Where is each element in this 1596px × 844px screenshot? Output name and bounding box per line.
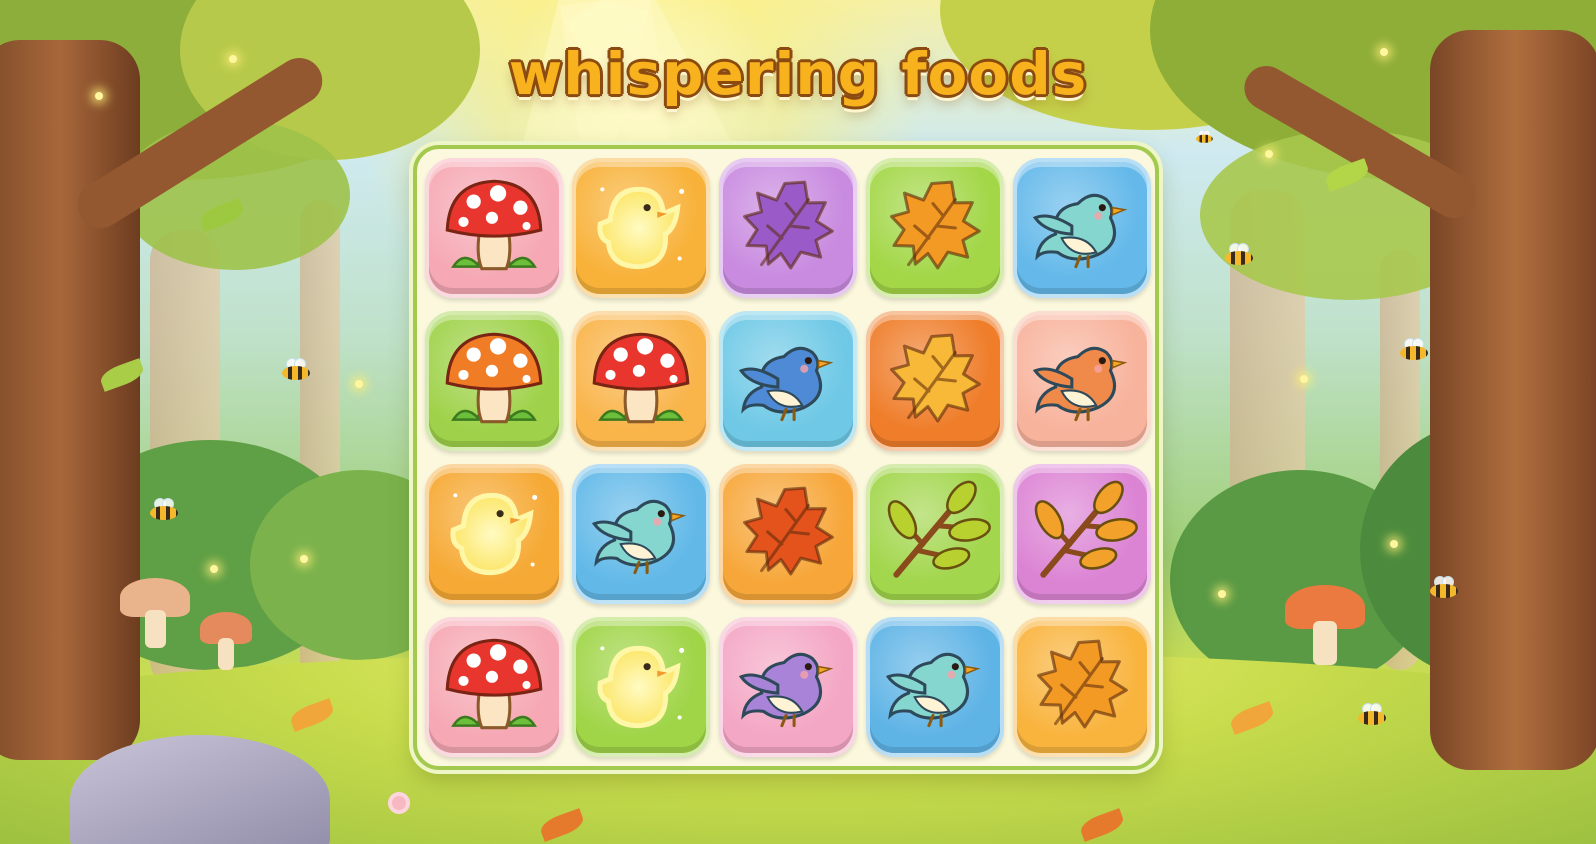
sparkle [1300,375,1308,383]
board-tile[interactable] [719,158,857,298]
board-tile[interactable] [572,617,710,757]
sparkle [1218,590,1226,598]
bee [282,358,312,380]
tile-grid [423,158,1153,758]
board-tile[interactable] [572,158,710,298]
sparkle [1390,540,1398,548]
board-tile[interactable] [866,158,1004,298]
board-tile[interactable] [1013,158,1151,298]
board-tile[interactable] [866,311,1004,451]
tree-trunk-right [1430,30,1596,770]
board-tile[interactable] [1013,617,1151,757]
board-tile[interactable] [719,311,857,451]
board-tile[interactable] [572,311,710,451]
board-tile[interactable] [866,617,1004,757]
board-tile[interactable] [425,311,563,451]
sparkle [1265,150,1273,158]
board-tile[interactable] [425,617,563,757]
board-tile[interactable] [866,464,1004,604]
game-title: whispering foods [508,40,1088,108]
sparkle [355,380,363,388]
flower [388,792,410,814]
mushroom-decoration [1285,585,1365,665]
game-scene: whispering foods [0,0,1596,844]
board-tile[interactable] [572,464,710,604]
bee [1430,576,1460,598]
bee [1225,243,1255,265]
bee [1196,129,1214,143]
board-tile[interactable] [719,617,857,757]
board-tile[interactable] [719,464,857,604]
game-board [413,145,1159,770]
mushroom-decoration [200,612,252,670]
sparkle [210,565,218,573]
mushroom-decoration [120,578,190,648]
board-tile[interactable] [1013,311,1151,451]
tree-trunk-left [0,40,140,760]
sparkle [300,555,308,563]
bee [150,498,180,520]
bee [1400,338,1430,360]
board-tile[interactable] [425,464,563,604]
bee [1358,703,1388,725]
board-tile[interactable] [1013,464,1151,604]
board-tile[interactable] [425,158,563,298]
